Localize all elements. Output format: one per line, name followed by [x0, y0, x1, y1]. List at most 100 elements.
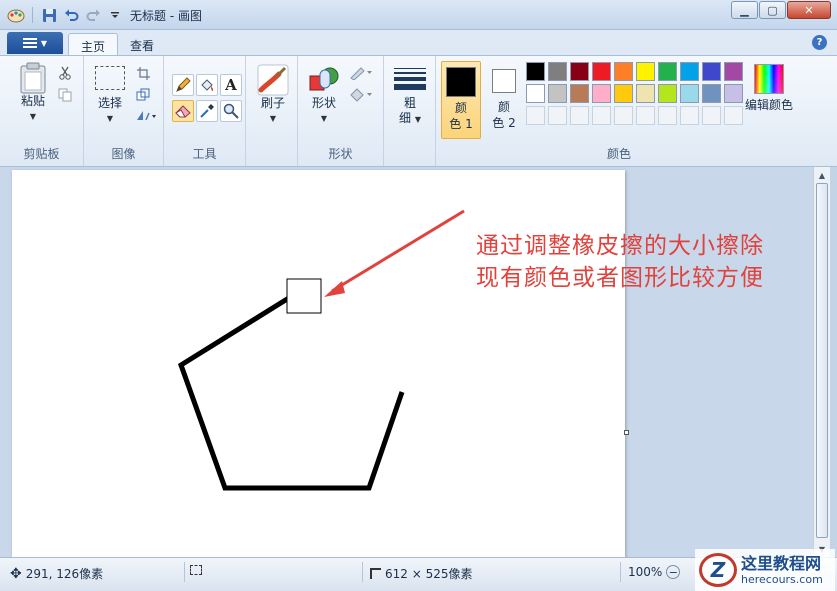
fill-bucket-icon — [201, 79, 214, 91]
palette-swatch[interactable] — [658, 62, 677, 81]
color2-label-1: 颜 — [497, 100, 510, 114]
scroll-up-icon[interactable]: ▲ — [814, 167, 830, 183]
edit-colors-label: 编辑颜色 — [744, 98, 793, 112]
status-separator — [620, 562, 621, 582]
eraser-tool-button[interactable] — [172, 100, 194, 122]
scrollbar-thumb[interactable] — [816, 183, 828, 538]
maximize-button[interactable]: ▢ — [759, 1, 786, 19]
palette-swatch[interactable] — [548, 84, 567, 103]
palette-swatch[interactable] — [570, 84, 589, 103]
shapes-label: 形状 — [311, 96, 336, 110]
ribbon-panel: 粘贴 ▼ 剪贴板 选择 ▼ 图像 A 工具 刷子 ▼ 形状 ▼ 形状 粗 细 ▼… — [0, 55, 837, 167]
fill-button[interactable] — [348, 86, 374, 104]
crop-icon — [136, 66, 150, 80]
tab-view[interactable]: 查看 — [118, 33, 166, 56]
canvas-workspace — [0, 167, 813, 557]
crop-button[interactable] — [134, 64, 152, 82]
brushes-button[interactable]: 刷子 ▼ — [254, 64, 292, 126]
custom-color-slot[interactable] — [724, 106, 743, 125]
fill-icon — [350, 88, 372, 102]
ribbon-tabs: ▼ 主页 查看 ? — [0, 30, 837, 56]
custom-color-slot[interactable] — [526, 106, 545, 125]
color1-label-2: 色 1 — [449, 117, 473, 131]
color-picker-tool-button[interactable] — [196, 100, 218, 122]
palette-swatch[interactable] — [636, 84, 655, 103]
paint-menu-button[interactable]: ▼ — [7, 32, 63, 54]
fill-tool-button[interactable] — [196, 74, 218, 96]
vertical-scrollbar[interactable]: ▲ ▼ — [813, 167, 830, 557]
resize-icon — [136, 88, 150, 100]
select-button[interactable]: 选择 ▼ — [92, 66, 128, 126]
palette-swatch[interactable] — [526, 84, 545, 103]
text-tool-button[interactable]: A — [220, 74, 242, 96]
drawing-canvas[interactable] — [12, 170, 625, 557]
text-a-icon: A — [225, 76, 237, 94]
custom-color-slot[interactable] — [592, 106, 611, 125]
canvas-resize-handle-right[interactable] — [624, 430, 629, 435]
status-separator — [362, 562, 363, 582]
palette-swatch[interactable] — [658, 84, 677, 103]
minimize-button[interactable]: ▁ — [731, 1, 758, 19]
palette-swatch[interactable] — [680, 62, 699, 81]
color2-button[interactable]: 颜 色 2 — [486, 61, 522, 139]
watermark-url: herecours.com — [741, 572, 823, 586]
palette-swatch[interactable] — [680, 84, 699, 103]
group-image: 选择 ▼ 图像 — [84, 56, 164, 166]
palette-swatch[interactable] — [614, 62, 633, 81]
palette-swatch[interactable] — [592, 84, 611, 103]
palette-swatch[interactable] — [548, 62, 567, 81]
redo-icon[interactable] — [83, 5, 103, 25]
pencil-tool-button[interactable] — [172, 74, 194, 96]
paint-app-icon[interactable] — [6, 5, 26, 25]
custom-color-slot[interactable] — [614, 106, 633, 125]
color1-button[interactable]: 颜 色 1 — [441, 61, 481, 139]
annotation-line-2: 现有颜色或者图形比较方便 — [476, 265, 764, 291]
zoom-out-icon[interactable]: − — [666, 565, 681, 579]
group-brushes: 刷子 ▼ — [246, 56, 298, 166]
resize-button[interactable] — [134, 85, 152, 103]
minimize-icon: ▁ — [740, 3, 749, 17]
copy-button[interactable] — [56, 86, 74, 104]
close-button[interactable]: ✕ — [787, 1, 831, 19]
custom-color-slot[interactable] — [548, 106, 567, 125]
palette-swatch[interactable] — [592, 62, 611, 81]
custom-color-slot[interactable] — [570, 106, 589, 125]
eraser-cursor — [286, 278, 322, 314]
palette-swatch[interactable] — [614, 84, 633, 103]
custom-color-slot[interactable] — [636, 106, 655, 125]
zoom-level: 100% − — [628, 565, 681, 579]
tab-home[interactable]: 主页 — [68, 33, 119, 56]
cut-button[interactable] — [56, 64, 74, 82]
rotate-button[interactable] — [134, 106, 158, 124]
palette-swatch[interactable] — [526, 62, 545, 81]
magnifier-tool-button[interactable] — [220, 100, 242, 122]
size-button[interactable]: 粗 细 ▼ — [392, 66, 428, 127]
palette-swatch[interactable] — [724, 84, 743, 103]
palette-swatch[interactable] — [724, 62, 743, 81]
edit-colors-button[interactable]: 编辑颜色 — [742, 64, 796, 113]
red-arrow — [331, 209, 465, 293]
palette-swatch[interactable] — [570, 62, 589, 81]
color2-label-2: 色 2 — [492, 116, 516, 130]
quick-access-toolbar — [6, 5, 125, 25]
color-palette — [526, 62, 743, 125]
paste-label: 粘贴 — [20, 94, 45, 108]
outline-button[interactable] — [348, 64, 374, 82]
custom-color-slot[interactable] — [702, 106, 721, 125]
custom-color-slot[interactable] — [658, 106, 677, 125]
title-bar: 无标题 - 画图 ▁ ▢ ✕ — [0, 0, 837, 30]
selection-size — [190, 565, 202, 575]
save-icon[interactable] — [39, 5, 59, 25]
help-icon[interactable]: ? — [812, 35, 827, 50]
size-label-1: 粗 — [403, 96, 416, 110]
custom-color-slot[interactable] — [680, 106, 699, 125]
paste-button[interactable]: 粘贴 ▼ — [14, 62, 52, 124]
palette-swatch[interactable] — [702, 84, 721, 103]
eyedropper-icon — [200, 104, 214, 118]
palette-swatch[interactable] — [636, 62, 655, 81]
undo-icon[interactable] — [61, 5, 81, 25]
customize-qat-chevron-down-icon[interactable] — [105, 5, 125, 25]
shapes-button[interactable]: 形状 ▼ — [306, 64, 342, 126]
chevron-down-icon: ▼ — [40, 38, 48, 48]
palette-swatch[interactable] — [702, 62, 721, 81]
